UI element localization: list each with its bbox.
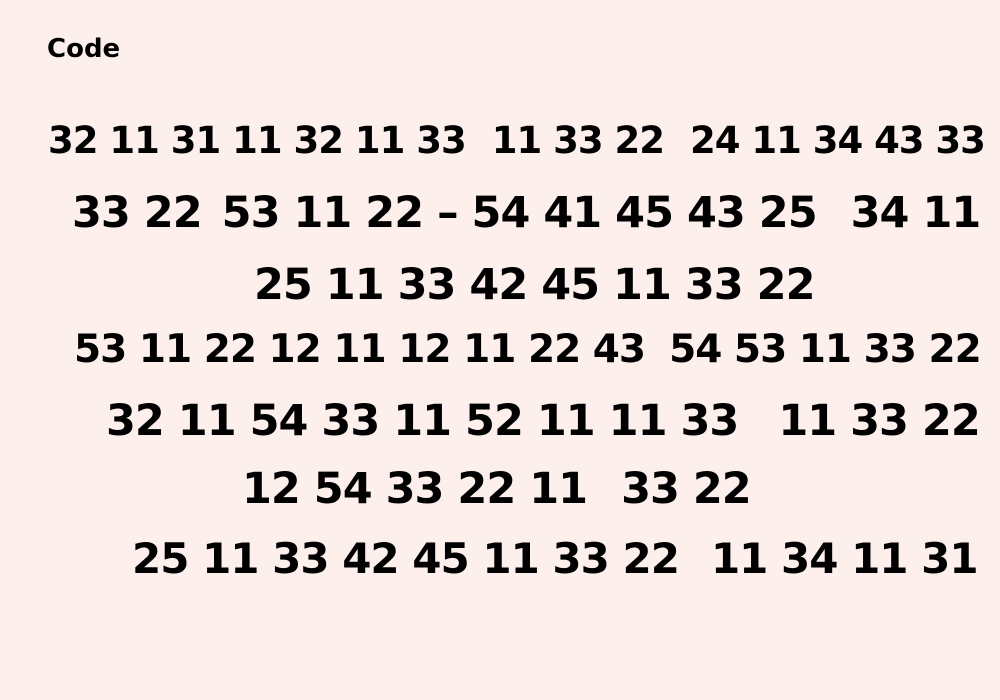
code-group: 32 11 54 33 11 52 11 11 33: [106, 396, 739, 446]
code-line-1: 32 11 31 11 32 11 33 11 33 22 24 11 34 43 …: [48, 119, 986, 162]
code-group: 12 54 33 22 11: [242, 464, 588, 514]
code-line-3: 25 11 33 42 45 11 33 22: [254, 260, 816, 310]
code-line-2: 33 22 53 11 22 – 54 41 45 43 25 34 11: [72, 188, 982, 238]
code-line-6: 12 54 33 22 11 33 22: [242, 464, 752, 514]
code-group: 11 34 11 31: [710, 534, 979, 583]
code-group: 11 33 22: [491, 119, 665, 162]
code-group: 33 22: [621, 464, 752, 514]
code-group: 24 11 34 43 33: [689, 119, 986, 162]
code-group: 54 53 11 33 22: [669, 327, 982, 372]
code-line-7: 25 11 33 42 45 11 33 22 11 34 11 31: [132, 534, 979, 583]
code-block: 32 11 31 11 32 11 33 11 33 22 24 11 34 43 …: [0, 0, 1000, 700]
code-group: 32 11 31 11 32 11 33: [48, 119, 467, 162]
code-group: 53 11 22 12 11 12 11 22 43: [74, 327, 646, 372]
code-group: 33 22: [72, 188, 203, 238]
code-line-4: 53 11 22 12 11 12 11 22 43 54 53 11 33 22: [74, 327, 982, 372]
code-line-5: 32 11 54 33 11 52 11 11 33 11 33 22: [106, 396, 981, 446]
code-group: 53 11 22 – 54 41 45 43 25: [221, 188, 818, 238]
code-group: 34 11: [850, 188, 982, 238]
code-group: 25 11 33 42 45 11 33 22: [132, 534, 680, 583]
code-group: 25 11 33 42 45 11 33 22: [254, 260, 816, 310]
code-group: 11 33 22: [778, 396, 980, 446]
